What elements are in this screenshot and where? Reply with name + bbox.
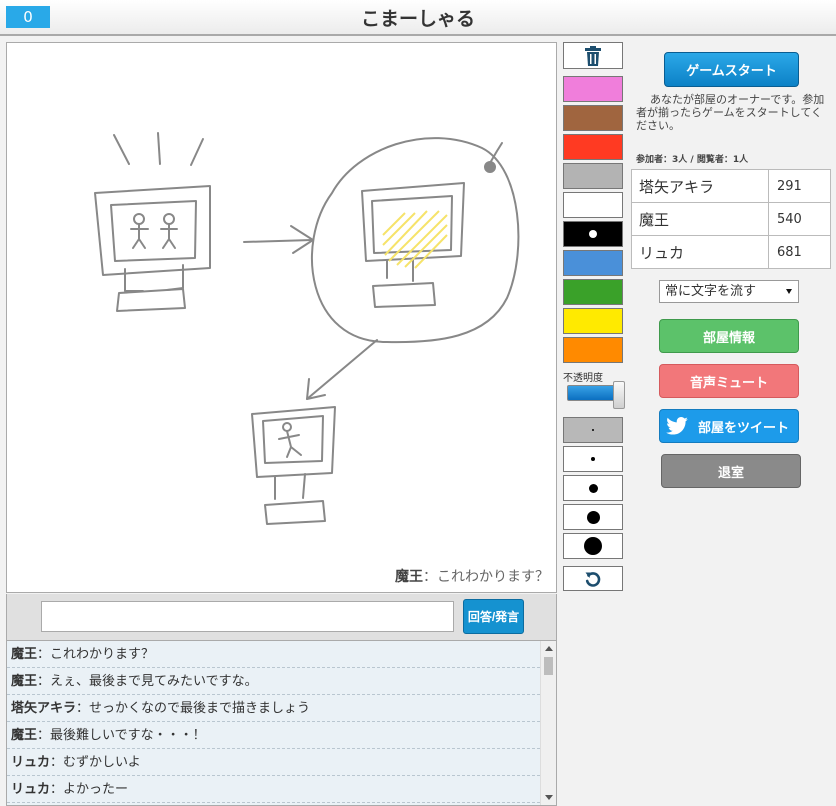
caption-name: 魔王	[395, 569, 423, 585]
chat-text: 最後難しいですな・・・！	[50, 728, 206, 743]
player-name: リュカ	[631, 235, 769, 269]
chat-text: むずかしいよ	[63, 755, 141, 770]
text-flow-select[interactable]: 常に文字を流す	[659, 280, 799, 303]
color-swatch-green[interactable]	[563, 279, 623, 305]
text-flow-value: 常に文字を流す	[665, 284, 757, 299]
mute-audio-button[interactable]: 音声ミュート	[659, 364, 799, 398]
chat-log[interactable]: 魔王：これわかります？ 魔王：えぇ、最後まで見てみたいですな。 塔矢アキラ：せっ…	[6, 640, 557, 806]
chat-author: リュカ	[11, 755, 51, 770]
dot-icon	[592, 429, 594, 431]
room-info-button[interactable]: 部屋情報	[659, 319, 799, 353]
chat-text: せっかくなので最後まで描きましょう	[89, 701, 311, 716]
chat-message: 魔王：これわかります？	[7, 641, 540, 668]
chat-author: リュカ	[11, 782, 51, 797]
table-row: 魔王 540	[631, 202, 831, 236]
chat-author: 塔矢アキラ	[11, 701, 77, 716]
chat-message: 魔王：最後難しいですな・・・！	[7, 722, 540, 749]
chat-author: 魔王	[11, 647, 38, 662]
twitter-bird-icon	[666, 417, 688, 435]
undo-button[interactable]	[563, 566, 623, 591]
answer-input[interactable]	[41, 601, 454, 632]
page-title: こまーしゃる	[360, 8, 475, 30]
player-name: 塔矢アキラ	[631, 169, 769, 203]
chat-message: リュカ：むずかしいよ	[7, 749, 540, 776]
chat-author: 魔王	[11, 674, 38, 689]
scroll-up-icon[interactable]	[545, 646, 553, 651]
color-swatch-yellow[interactable]	[563, 308, 623, 334]
color-swatch-brown[interactable]	[563, 105, 623, 131]
owner-message: あなたが部屋のオーナーです。参加者が揃ったらゲームをスタートしてください。	[636, 93, 825, 132]
opacity-slider-handle[interactable]	[613, 381, 625, 409]
clear-canvas-button[interactable]	[563, 42, 623, 69]
color-swatch-gray[interactable]	[563, 163, 623, 189]
chat-text: えぇ、最後まで見てみたいですな。	[50, 674, 258, 689]
pen-size-small[interactable]	[563, 446, 623, 472]
chevron-down-icon	[786, 289, 792, 294]
leave-label: 退室	[717, 465, 744, 481]
color-swatch-orange[interactable]	[563, 337, 623, 363]
table-row: 塔矢アキラ 291	[631, 169, 831, 203]
caption-text: これわかります？	[437, 569, 549, 585]
room-info-label: 部屋情報	[702, 330, 755, 346]
player-score: 540	[768, 202, 831, 236]
tweet-label: 部屋をツイート	[698, 420, 790, 436]
undo-icon	[585, 571, 601, 587]
dot-icon	[586, 510, 600, 524]
player-score: 291	[768, 169, 831, 203]
table-row: リュカ 681	[631, 235, 831, 269]
chat-text: これわかります？	[50, 647, 155, 662]
pen-size-largest[interactable]	[563, 533, 623, 559]
selected-indicator-icon	[589, 230, 597, 238]
opacity-slider[interactable]	[567, 385, 617, 401]
color-swatch-blue[interactable]	[563, 250, 623, 276]
mute-label: 音声ミュート	[689, 375, 768, 391]
opacity-label: 不透明度	[563, 373, 603, 384]
trash-icon	[585, 45, 601, 66]
chat-text: よかったー	[63, 782, 129, 797]
dot-icon	[584, 537, 602, 555]
pen-size-large[interactable]	[563, 504, 623, 530]
color-swatch-red[interactable]	[563, 134, 623, 160]
chat-author: 魔王	[11, 728, 38, 743]
pen-size-smallest[interactable]	[563, 417, 623, 443]
dot-icon	[591, 457, 595, 461]
canvas-caption: 魔王：これわかります？	[395, 566, 549, 586]
caption-colon: ：	[423, 569, 437, 585]
participant-counts: 参加者：3人 / 閲覧者：1人	[636, 155, 749, 165]
answer-submit-button[interactable]: 回答/発言	[463, 599, 524, 634]
chat-message: 魔王：えぇ、最後まで見てみたいですな。	[7, 668, 540, 695]
chat-scrollbar[interactable]	[540, 641, 556, 805]
scroll-thumb[interactable]	[544, 657, 553, 675]
answer-bar: 回答/発言	[6, 594, 557, 640]
chat-message: リュカ：よかったー	[7, 776, 540, 803]
scroll-down-icon[interactable]	[545, 795, 553, 800]
dot-icon	[588, 483, 598, 493]
game-start-button[interactable]: ゲームスタート	[664, 52, 799, 87]
players-table: 塔矢アキラ 291 魔王 540 リュカ 681	[631, 169, 831, 269]
drawing-strokes	[94, 132, 520, 525]
pen-size-medium[interactable]	[563, 475, 623, 501]
color-swatch-pink[interactable]	[563, 76, 623, 102]
tweet-room-button[interactable]: 部屋をツイート	[659, 409, 799, 443]
color-swatch-white[interactable]	[563, 192, 623, 218]
chat-message: 塔矢アキラ：せっかくなので最後まで描きましょう	[7, 695, 540, 722]
player-score: 681	[768, 235, 831, 269]
player-name: 魔王	[631, 202, 769, 236]
leave-room-button[interactable]: 退室	[661, 454, 801, 488]
drawing-canvas[interactable]: 魔王：これわかります？	[6, 42, 557, 593]
header-bar: 0 こまーしゃる	[0, 0, 836, 36]
color-swatch-black[interactable]	[563, 221, 623, 247]
